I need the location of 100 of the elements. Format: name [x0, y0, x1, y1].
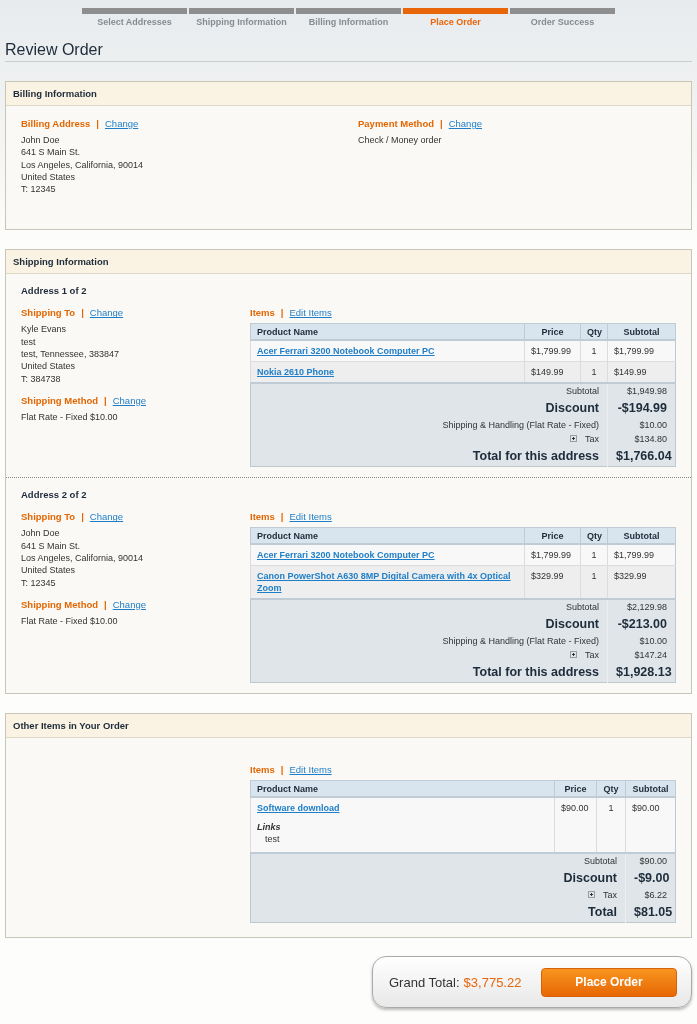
total-value: $147.24: [607, 648, 676, 663]
table-cell: $1,799.99: [524, 340, 581, 362]
address-line: United States: [21, 360, 77, 373]
total-label: Total for this address: [472, 449, 599, 464]
total-value: $81.05: [625, 902, 676, 923]
option-value: test: [264, 833, 281, 846]
address-line: Los Angeles, California, 90014: [21, 552, 145, 565]
column-header: Subtotal: [607, 324, 676, 341]
total-value: -$194.99: [607, 398, 676, 419]
section-label: Shipping To: [21, 511, 76, 523]
progress-step: Order Success: [510, 8, 615, 27]
total-label: Subtotal: [583, 856, 617, 867]
section-label: Payment Method: [358, 118, 434, 129]
total-label: Discount: [545, 401, 599, 416]
address-line: T: 12345: [21, 183, 57, 196]
progress-step: Select Addresses: [82, 8, 187, 27]
total-value: $1,949.98: [607, 383, 676, 399]
change-link[interactable]: Change: [105, 118, 139, 129]
address-line: United States: [21, 170, 77, 184]
address-line: Kyle Evans: [21, 323, 68, 336]
total-label: Tax: [603, 890, 617, 901]
address-line: Los Angeles, California, 90014: [21, 158, 145, 171]
separator: |: [104, 598, 107, 610]
table-cell: $149.99: [607, 362, 676, 384]
table-cell: $149.99: [524, 362, 581, 384]
column-header: Qty: [580, 324, 608, 341]
shipping-method-text: Flat Rate - Fixed $10.00: [21, 614, 119, 628]
separator: |: [81, 511, 84, 523]
column-header: Subtotal: [607, 528, 676, 545]
option-label: Links: [257, 821, 282, 834]
grand-total-label: Grand Total:: [389, 975, 460, 990]
table-cell: 1: [580, 544, 608, 566]
change-link[interactable]: Change: [89, 511, 124, 523]
total-label: Tax: [585, 434, 599, 445]
address-line: test: [21, 335, 37, 349]
total-label: Subtotal: [565, 386, 599, 397]
grand-total-value: $3,775.22: [463, 975, 522, 990]
column-header: Product Name: [250, 324, 525, 341]
table-cell: $329.99: [607, 566, 676, 600]
total-label: Shipping & Handling (Flat Rate - Fixed): [442, 420, 599, 431]
panel-header: Shipping Information: [6, 250, 691, 275]
address-line: 641 S Main St.: [21, 146, 82, 159]
change-link[interactable]: Change: [448, 118, 482, 129]
edit-items-link[interactable]: Edit Items: [289, 307, 332, 319]
column-header: Qty: [596, 781, 626, 798]
total-value: $1,928.13: [607, 662, 676, 683]
section-label: Shipping To: [21, 307, 76, 319]
address-line: test, Tennessee, 383847: [21, 348, 120, 361]
table-cell: $1,799.99: [607, 340, 676, 362]
address-heading: Address 1 of 2: [21, 285, 88, 297]
column-header: Subtotal: [625, 781, 676, 798]
total-value: $10.00: [607, 418, 676, 433]
total-label: Discount: [545, 617, 599, 632]
column-header: Price: [524, 528, 581, 545]
section-label: Shipping Method: [21, 394, 99, 406]
separator: |: [81, 307, 84, 319]
total-value: -$9.00: [625, 868, 676, 889]
table-cell: 1: [596, 797, 626, 854]
column-header: Product Name: [250, 528, 525, 545]
section-label: Shipping Method: [21, 598, 99, 610]
total-label: Total for this address: [472, 665, 599, 680]
total-value: -$213.00: [607, 614, 676, 635]
progress-step: Billing Information: [296, 8, 401, 27]
total-label: Tax: [585, 650, 599, 661]
separator: |: [280, 307, 284, 319]
separator: |: [96, 118, 99, 129]
total-value: $2,129.98: [607, 599, 676, 615]
section-label: Billing Address: [21, 118, 91, 129]
total-label: Discount: [563, 871, 617, 886]
total-label: Subtotal: [565, 602, 599, 613]
address-line: T: 12345: [21, 576, 57, 589]
total-label: Shipping & Handling (Flat Rate - Fixed): [442, 636, 599, 647]
place-order-button[interactable]: Place Order: [541, 968, 677, 997]
table-cell: $329.99: [524, 566, 581, 600]
address-line: United States: [21, 564, 77, 577]
page-title: Review Order: [5, 41, 692, 62]
product-link[interactable]: Software download: [257, 802, 548, 815]
address-line: 641 S Main St.: [21, 539, 82, 553]
total-value: $134.80: [607, 432, 676, 447]
shipping-method-text: Flat Rate - Fixed $10.00: [21, 410, 119, 424]
address-line: John Doe: [21, 134, 61, 147]
table-cell: 1: [580, 566, 608, 600]
change-link[interactable]: Change: [112, 394, 146, 406]
total-value: $90.00: [625, 853, 676, 869]
separator: |: [280, 511, 284, 523]
change-link[interactable]: Change: [112, 598, 146, 610]
table-cell: $1,799.99: [524, 544, 581, 566]
edit-items-link[interactable]: Edit Items: [289, 764, 332, 776]
section-label: Items: [250, 307, 275, 319]
payment-method-text: Check / Money order: [358, 134, 443, 147]
edit-items-link[interactable]: Edit Items: [289, 511, 332, 523]
change-link[interactable]: Change: [89, 307, 124, 319]
table-cell: $90.00: [554, 797, 597, 854]
panel-header: Billing Information: [6, 82, 691, 106]
address-line: John Doe: [21, 527, 61, 540]
table-cell: $1,799.99: [607, 544, 676, 566]
column-header: Price: [524, 324, 581, 341]
table-cell: 1: [580, 362, 608, 384]
address-line: T: 384738: [21, 372, 62, 385]
separator: |: [440, 118, 443, 129]
